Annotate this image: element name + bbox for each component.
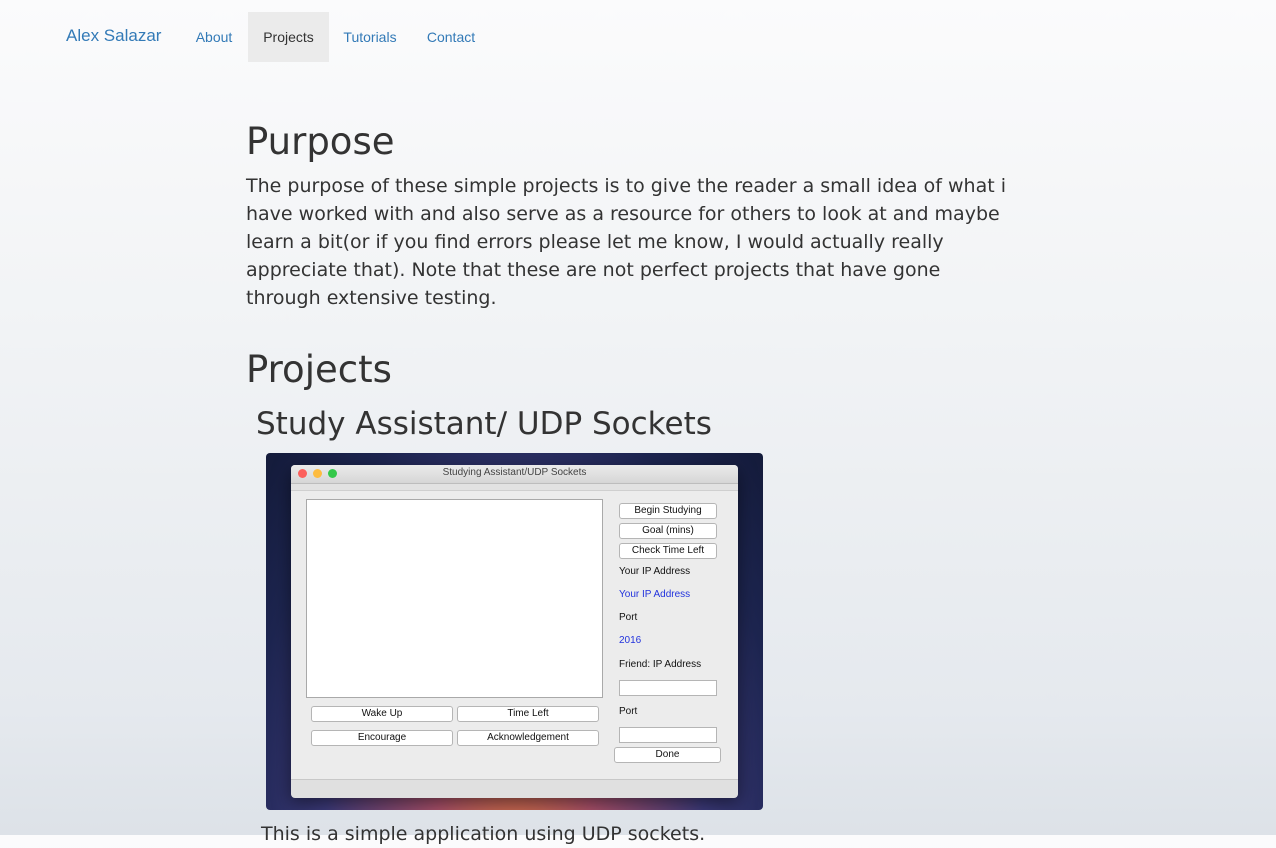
nav-tutorials[interactable]: Tutorials <box>330 12 410 62</box>
purpose-paragraph: The purpose of these simple projects is … <box>246 175 1006 309</box>
nav-about[interactable]: About <box>182 12 246 62</box>
navbar: Alex Salazar About Projects Tutorials Co… <box>0 0 1276 74</box>
window-title: Studying Assistant/UDP Sockets <box>442 467 587 478</box>
nav-contact[interactable]: Contact <box>412 12 490 62</box>
project-screenshot: Studying Assistant/UDP Sockets Begin Stu… <box>266 453 763 810</box>
window-statusbar <box>291 779 738 798</box>
projects-heading: Projects <box>246 348 392 391</box>
begin-studying-button: Begin Studying <box>619 503 717 519</box>
time-left-button: Time Left <box>457 706 599 722</box>
wake-up-button: Wake Up <box>311 706 453 722</box>
done-button: Done <box>614 747 721 763</box>
window-toolbar <box>291 484 738 491</box>
goal-button: Goal (mins) <box>619 523 717 539</box>
brand-link[interactable]: Alex Salazar <box>66 26 161 46</box>
port-value: 2016 <box>619 635 642 646</box>
acknowledgement-button: Acknowledgement <box>457 730 599 746</box>
project-title: Study Assistant/ UDP Sockets <box>256 406 712 442</box>
project-caption: This is a simple application using UDP s… <box>261 823 706 845</box>
window-titlebar: Studying Assistant/UDP Sockets <box>291 465 738 484</box>
friend-ip-label: Friend: IP Address <box>619 659 702 670</box>
your-ip-value: Your IP Address <box>619 589 691 600</box>
purpose-heading: Purpose <box>246 120 395 163</box>
friend-port-field <box>619 727 717 743</box>
friend-ip-field <box>619 680 717 696</box>
friend-port-label: Port <box>619 706 638 717</box>
your-ip-label: Your IP Address <box>619 566 691 577</box>
check-time-left-button: Check Time Left <box>619 543 717 559</box>
message-textarea <box>306 499 603 698</box>
port-label: Port <box>619 612 638 623</box>
app-window: Studying Assistant/UDP Sockets Begin Stu… <box>291 465 738 798</box>
nav-projects[interactable]: Projects <box>248 12 329 62</box>
encourage-button: Encourage <box>311 730 453 746</box>
